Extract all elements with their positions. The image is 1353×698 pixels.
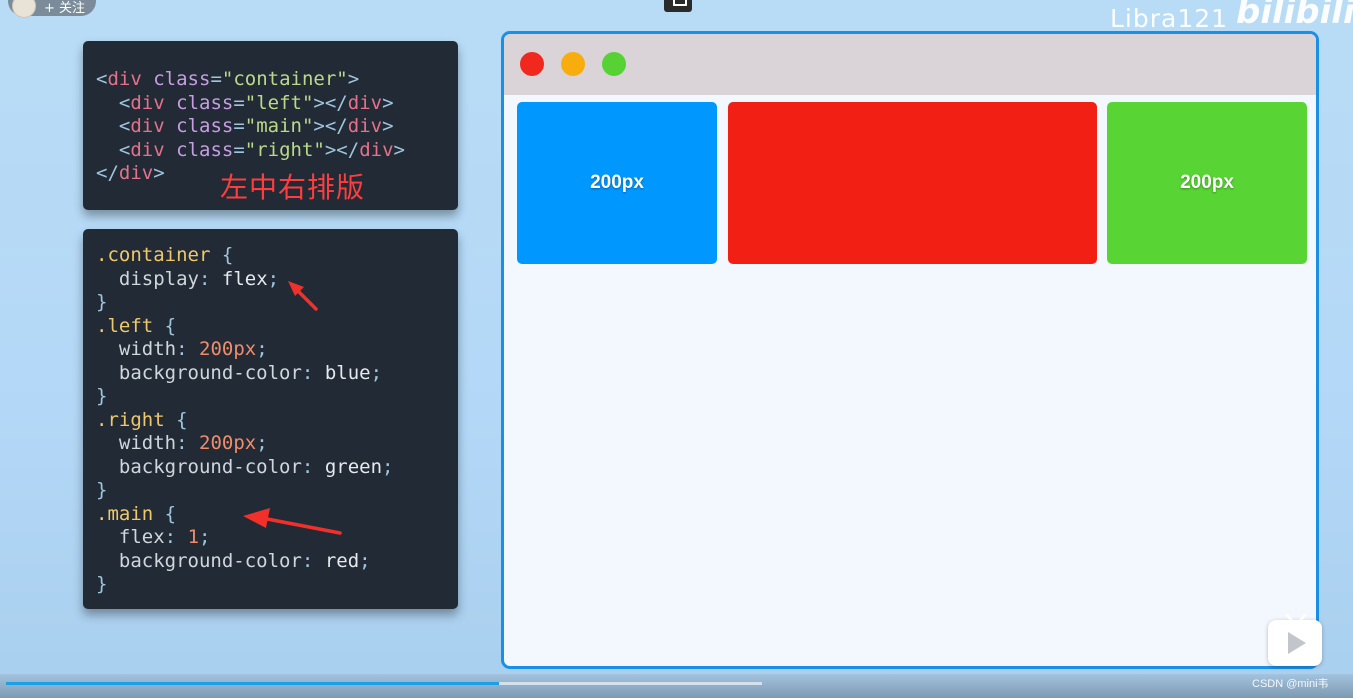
progress-fill <box>6 682 499 685</box>
window-titlebar <box>504 34 1316 95</box>
arrow-main-icon <box>243 508 342 535</box>
credit-text: CSDN @mini韦 <box>1252 678 1329 690</box>
right-column-box: 200px <box>1107 102 1307 264</box>
arrow-flex-icon <box>288 281 318 311</box>
minimize-window-icon[interactable] <box>561 52 585 76</box>
close-window-icon[interactable] <box>520 52 544 76</box>
player-control-bar <box>0 674 1353 698</box>
maximize-window-icon[interactable] <box>602 52 626 76</box>
main-column-box <box>728 102 1097 264</box>
tv-ears-icon <box>1285 614 1307 622</box>
left-column-box: 200px <box>517 102 717 264</box>
browser-preview-window: 200px 200px <box>501 31 1319 669</box>
play-button[interactable] <box>1268 620 1322 666</box>
